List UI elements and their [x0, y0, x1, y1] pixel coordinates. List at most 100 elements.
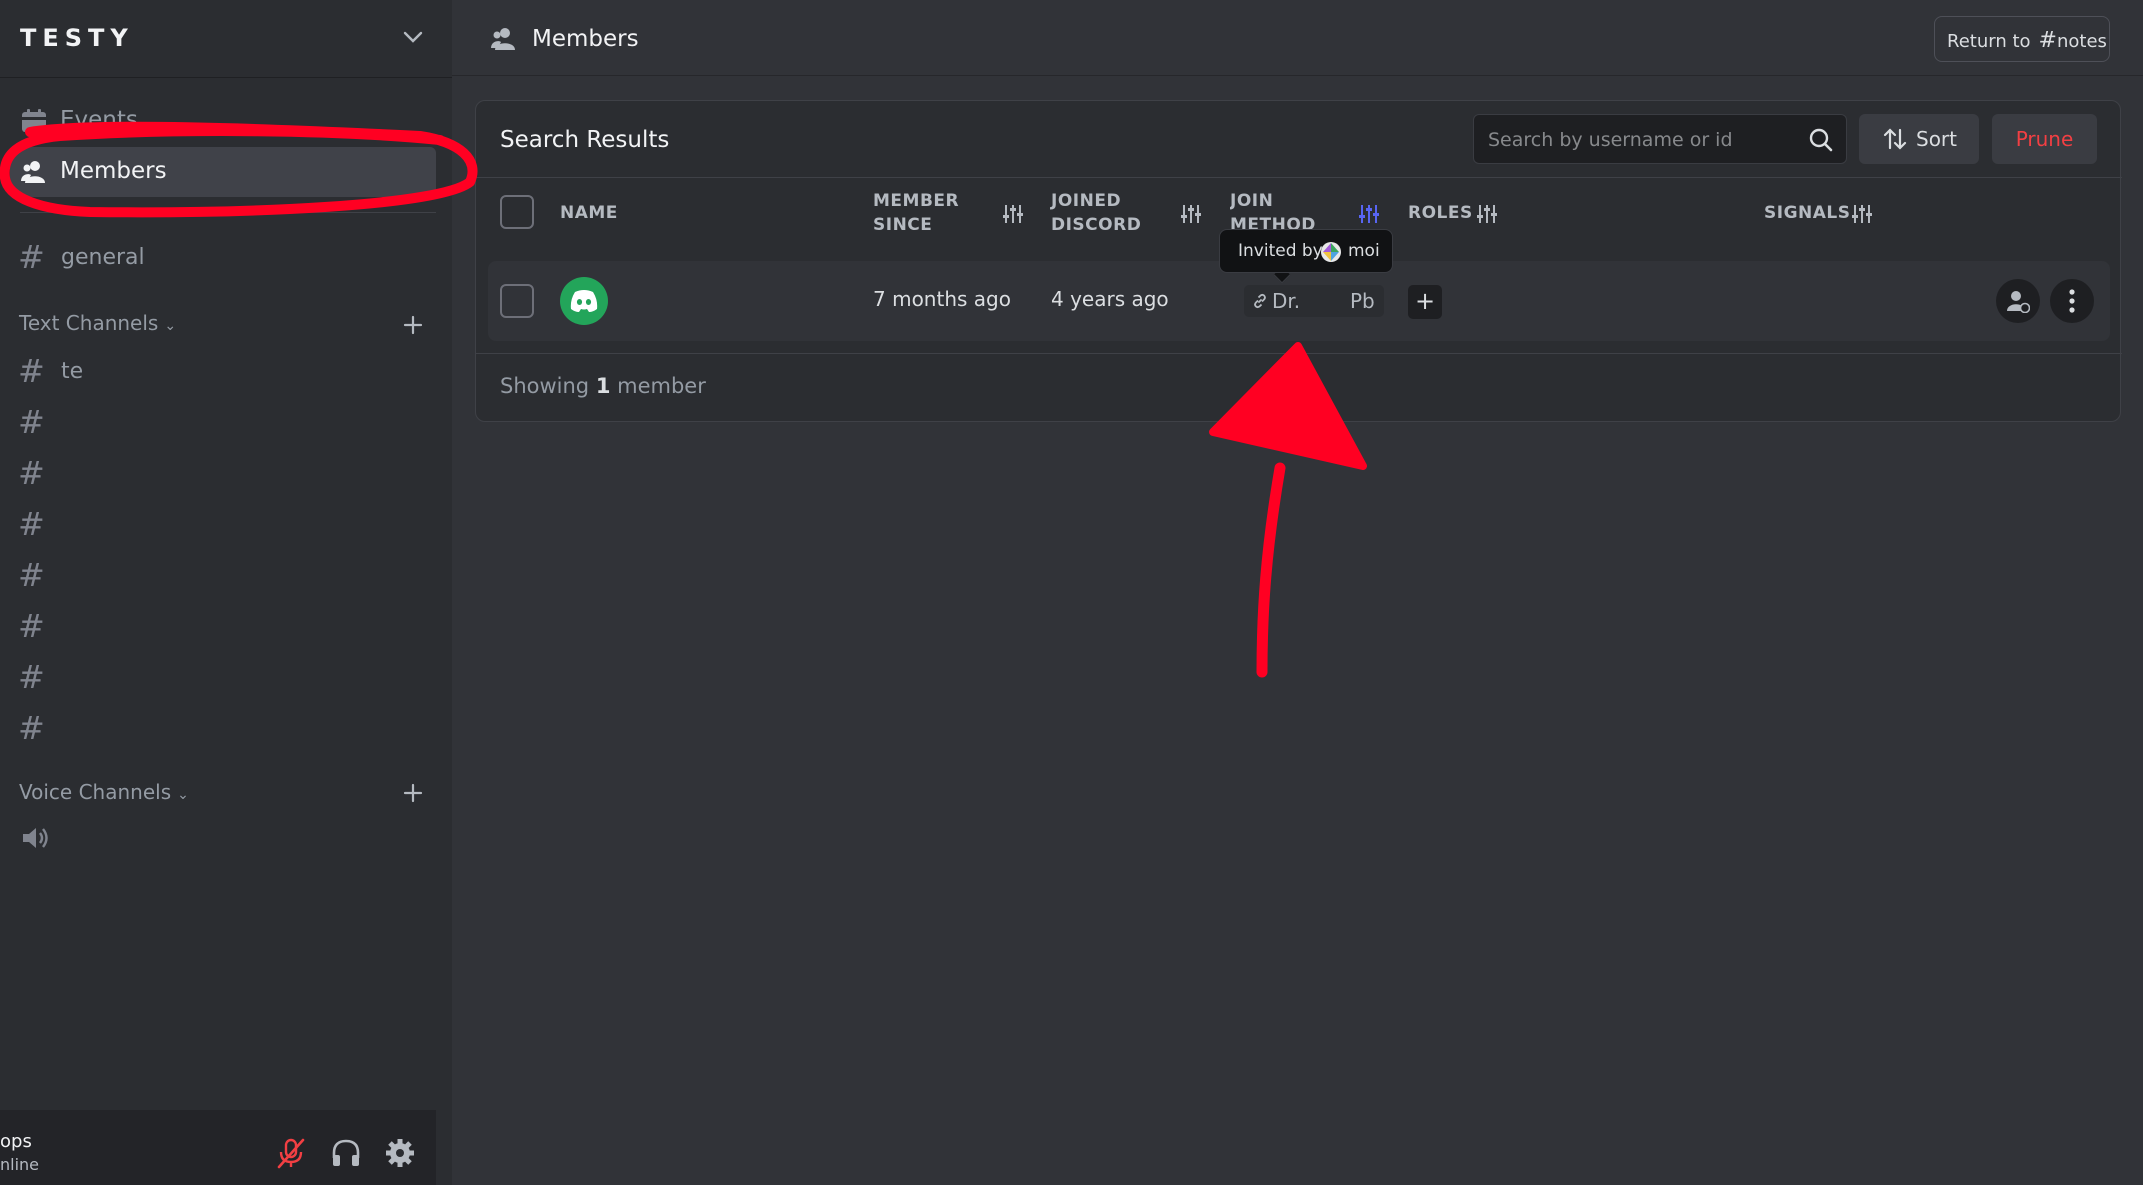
nav-events-label: Events [60, 107, 138, 133]
user-panel: ops nline [0, 1110, 436, 1185]
inviter-avatar-icon [1321, 242, 1341, 262]
col-name[interactable]: NAME [560, 201, 618, 225]
add-channel-icon[interactable] [400, 780, 426, 806]
header-divider [476, 177, 2122, 178]
col-joined-discord[interactable]: JOINED DISCORD [1051, 189, 1171, 237]
hash-icon: # [2038, 28, 2057, 53]
table-row[interactable]: 7 months ago 4 years ago Dr. Pb + [488, 261, 2110, 341]
nav-members-label: Members [60, 158, 167, 184]
calendar-icon [22, 109, 46, 132]
category-label: Voice Channels [19, 780, 172, 804]
username[interactable]: ops [0, 1131, 32, 1152]
invite-code-end: Pb [1350, 289, 1375, 313]
search-box[interactable] [1473, 114, 1847, 164]
col-roles[interactable]: ROLES [1408, 201, 1473, 225]
text-channel[interactable]: # [18, 607, 438, 651]
hash-icon: # [18, 352, 45, 390]
category-text-channels[interactable]: Text Channels ⌄ [19, 311, 176, 341]
filter-sliders-icon[interactable] [1180, 203, 1202, 225]
filter-sliders-icon[interactable] [1476, 203, 1498, 225]
row-checkbox[interactable] [500, 284, 534, 318]
chevron-down-icon[interactable] [402, 26, 424, 48]
prune-button[interactable]: Prune [1992, 114, 2097, 164]
headphones-icon[interactable] [329, 1136, 363, 1170]
add-role-button[interactable]: + [1408, 285, 1442, 319]
tooltip-inviter: moi [1348, 241, 1380, 261]
sort-label: Sort [1916, 127, 1957, 151]
chevron-down-icon: ⌄ [164, 318, 177, 334]
join-method-invite-chip[interactable]: Dr. Pb [1244, 285, 1384, 317]
select-all-checkbox[interactable] [500, 195, 534, 229]
return-channel-name: notes [2056, 31, 2107, 52]
hash-icon: # [18, 658, 45, 696]
showing-prefix: Showing [500, 374, 590, 398]
text-channel[interactable]: # [18, 505, 438, 549]
nav-members[interactable]: Members [10, 147, 436, 197]
category-label: Text Channels [19, 311, 159, 335]
user-shield-icon [2007, 291, 2030, 313]
member-since-value: 7 months ago [873, 287, 1011, 311]
members-icon [491, 28, 515, 50]
search-results-panel: Search Results Sort Prune NAME MEMBER SI… [475, 100, 2122, 422]
return-label: Return to [1947, 31, 2031, 52]
hash-icon: # [18, 607, 45, 645]
col-join-method[interactable]: JOIN METHOD [1230, 189, 1320, 229]
server-name: TESTY [20, 24, 134, 52]
filter-sliders-icon[interactable] [1002, 203, 1024, 225]
member-count-text: Showing 1 member [500, 374, 706, 398]
user-status: nline [0, 1155, 40, 1174]
hash-icon: # [18, 505, 45, 543]
text-channel[interactable]: # [18, 658, 438, 702]
joined-discord-value: 4 years ago [1051, 287, 1169, 311]
search-input[interactable] [1488, 127, 1808, 153]
text-channel[interactable]: # te [18, 352, 438, 396]
channel-label: te [61, 359, 84, 384]
col-member-since[interactable]: MEMBER SINCE [873, 189, 993, 237]
members-topbar: Members Return to #notes [452, 0, 2143, 76]
more-options-button[interactable] [2050, 279, 2094, 323]
showing-count: 1 [595, 374, 611, 398]
server-header[interactable]: TESTY [0, 0, 452, 78]
chevron-down-icon: ⌄ [177, 787, 189, 803]
invited-by-tooltip: Invited by moi [1219, 229, 1393, 273]
members-icon [21, 161, 45, 183]
col-signals[interactable]: SIGNALS [1764, 201, 1850, 225]
hash-icon: # [18, 403, 45, 441]
mute-mic-icon[interactable] [274, 1136, 308, 1170]
hash-icon: # [18, 238, 45, 276]
page-title: Members [532, 26, 639, 52]
search-icon[interactable] [1808, 127, 1834, 153]
sort-button[interactable]: Sort [1859, 114, 1979, 164]
filter-sliders-icon[interactable] [1851, 203, 1873, 225]
speaker-icon [23, 828, 48, 848]
add-channel-icon[interactable] [400, 312, 426, 338]
avatar[interactable] [560, 277, 608, 325]
sidebar-divider [20, 212, 436, 213]
nav-events[interactable]: Events [10, 96, 436, 146]
discord-logo-icon [570, 290, 598, 312]
filter-sliders-icon-active[interactable] [1358, 203, 1380, 225]
annotation-arrow-shaft [1256, 462, 1286, 678]
channel-label: general [61, 245, 145, 270]
link-icon [1254, 293, 1266, 309]
view-profile-button[interactable] [1996, 279, 2040, 323]
text-channel[interactable]: # [18, 454, 438, 498]
voice-channel[interactable] [18, 820, 438, 864]
channel-general[interactable]: # general [18, 238, 438, 282]
sort-icon [1883, 128, 1907, 150]
hash-icon: # [18, 454, 45, 492]
kebab-menu-icon [2069, 289, 2075, 313]
category-voice-channels[interactable]: Voice Channels ⌄ [19, 780, 189, 810]
footer-divider [476, 353, 2122, 354]
text-channel[interactable]: # [18, 709, 438, 753]
return-to-channel-button[interactable]: Return to #notes [1934, 16, 2110, 62]
channel-sidebar: TESTY Events Members # general Text Chan… [0, 0, 452, 1185]
settings-gear-icon[interactable] [383, 1136, 417, 1170]
invite-code-start: Dr. [1272, 289, 1301, 313]
text-channel[interactable]: # [18, 403, 438, 447]
hash-icon: # [18, 709, 45, 747]
showing-suffix: member [617, 374, 706, 398]
panel-title: Search Results [500, 127, 670, 153]
tooltip-prefix: Invited by [1238, 241, 1323, 261]
text-channel[interactable]: # [18, 556, 438, 600]
